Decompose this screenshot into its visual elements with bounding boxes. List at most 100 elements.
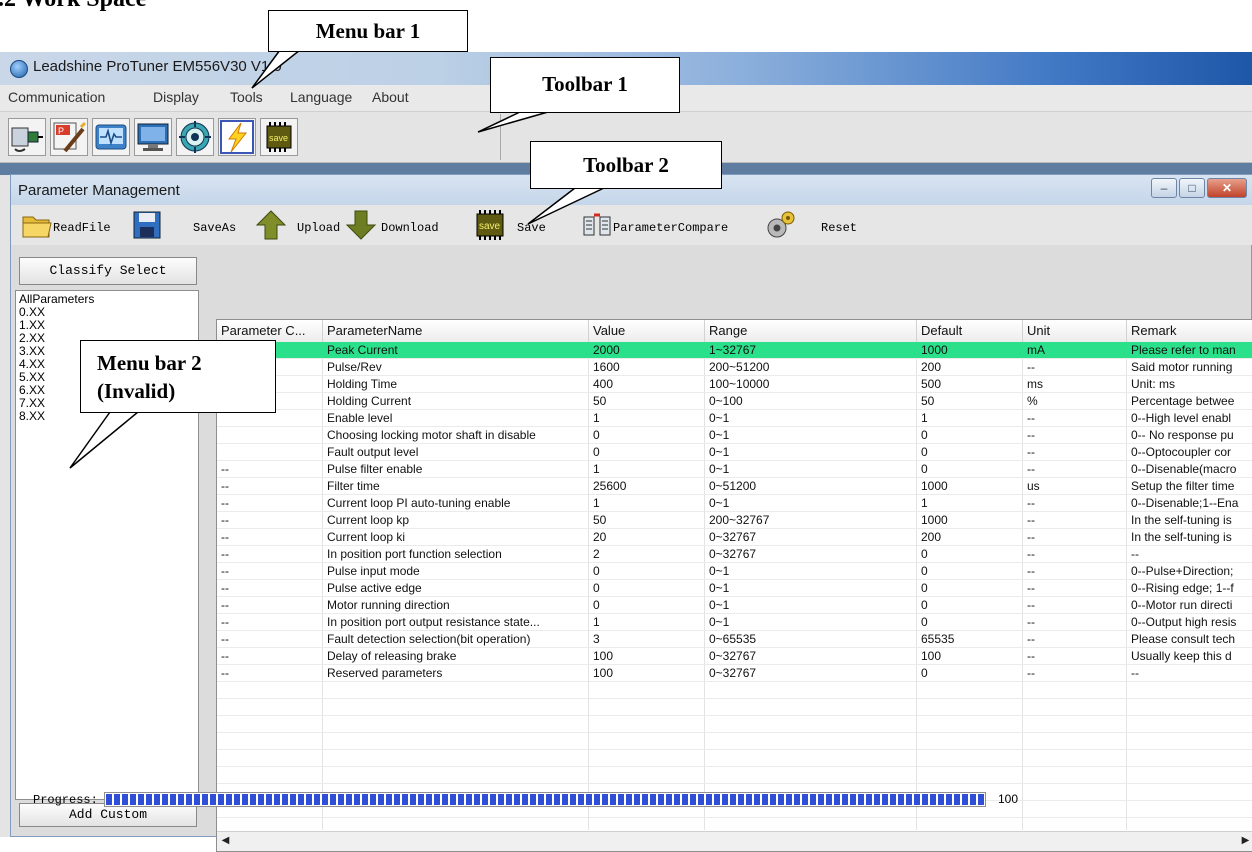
table-row[interactable]: -- Current loop PI auto-tuning enable 1 0~1… (217, 495, 1252, 512)
table-cell (217, 427, 323, 444)
saveas-button[interactable]: SaveAs (131, 209, 251, 241)
child-window-title: Parameter Management (18, 182, 180, 199)
table-cell: 200~51200 (709, 360, 770, 374)
table-row[interactable]: -- Delay of releasing brake 100 0~32767 100 -… (217, 648, 1252, 665)
close-button[interactable]: ✕ (1207, 178, 1247, 198)
table-cell: 1 (921, 496, 928, 510)
table-cell: Current loop ki (327, 530, 406, 544)
empty-table-row[interactable] (217, 733, 1252, 750)
category-item[interactable]: 8.XX (19, 410, 45, 423)
table-row[interactable]: Holding Current 50 0~100 50% Percentage betw… (217, 393, 1252, 410)
table-cell: Pulse input mode (327, 564, 420, 578)
table-row[interactable]: -- In position port output resistance sta… (217, 614, 1252, 631)
table-cell: Pulse/Rev (327, 360, 382, 374)
table-row[interactable]: --Pulse/Rev1600200~51200200--Said motor … (217, 359, 1252, 376)
parameter-compare-button[interactable]: ParameterCompare (581, 209, 761, 241)
table-row[interactable]: Enable level 1 0~1 1 -- 0--High level enabl (217, 410, 1252, 427)
column-header[interactable]: ParameterName (323, 320, 589, 342)
table-row[interactable]: --Peak Current20001~327671000mAPlease re… (217, 342, 1252, 359)
download-button[interactable]: Download (345, 209, 465, 241)
menu-communication[interactable]: Communication (8, 89, 105, 105)
motor-gear-icon[interactable] (176, 118, 214, 156)
table-row[interactable]: Fault output level 0 0~1 0 -- 0--Optocoupler … (217, 444, 1252, 461)
table-row[interactable]: -- Pulse active edge 0 0~1 0 -- 0--Rising edge… (217, 580, 1252, 597)
column-header[interactable]: Default (917, 320, 1023, 342)
table-cell: 50 (593, 394, 607, 408)
classify-select-button[interactable]: Classify Select (19, 257, 197, 285)
table-cell: 0 (921, 445, 928, 459)
table-cell: 0 (921, 564, 928, 578)
save-button[interactable]: save Save (473, 209, 573, 241)
table-cell: 200 (921, 530, 942, 544)
empty-table-row[interactable] (217, 682, 1252, 699)
table-cell: 200 (921, 360, 942, 374)
horizontal-scrollbar[interactable]: ◀ ▶ (217, 831, 1252, 851)
table-row[interactable]: -- Fault detection selection(bit operatio… (217, 631, 1252, 648)
table-cell: Usually keep this d (1131, 649, 1232, 663)
table-row[interactable]: -- Reserved parameters 100 0~32767 0 -- -- (217, 665, 1252, 682)
table-row[interactable]: -- Current loop ki 20 0~32767 200 -- In the se… (217, 529, 1252, 546)
column-header[interactable]: Unit (1023, 320, 1127, 342)
empty-table-row[interactable] (217, 716, 1252, 733)
table-cell: 100 (921, 649, 942, 663)
progress-fill (106, 794, 984, 805)
upload-label: Upload (297, 221, 341, 235)
table-row[interactable]: -- In position port function selection 2 0~… (217, 546, 1252, 563)
table-cell: -- (1027, 411, 1035, 425)
document-heading: 3.2 Work Space (0, 0, 146, 13)
reset-button[interactable]: Reset (763, 209, 863, 241)
table-cell: 0--High level enabl (1131, 411, 1232, 425)
table-cell: -- (221, 513, 229, 527)
table-row[interactable]: -- Motor running direction 0 0~1 0 -- 0--Motor… (217, 597, 1252, 614)
table-row[interactable]: -- Filter time 25600 0~51200 1000 us Setup the… (217, 478, 1252, 495)
restore-button[interactable]: □ (1179, 178, 1205, 198)
table-row[interactable]: -- Pulse filter enable 1 0~1 0 -- 0--Disenable… (217, 461, 1252, 478)
menu-about[interactable]: About (372, 89, 409, 105)
table-row[interactable]: Holding Time 400 100~10000 500 ms Unit: ms (217, 376, 1252, 393)
table-row[interactable]: Choosing locking motor shaft in disable 0… (217, 427, 1252, 444)
oscilloscope-icon[interactable] (92, 118, 130, 156)
scroll-left-icon[interactable]: ◀ (217, 832, 234, 850)
empty-table-row[interactable] (217, 699, 1252, 716)
menu-language[interactable]: Language (290, 89, 352, 105)
minimize-button[interactable]: – (1151, 178, 1177, 198)
table-cell: 0~1 (709, 445, 730, 459)
readfile-button[interactable]: ReadFile (21, 209, 133, 241)
table-cell: 1000 (921, 513, 948, 527)
table-cell: 100~10000 (709, 377, 770, 391)
table-cell: -- (1027, 649, 1035, 663)
table-cell: Percentage betwee (1131, 394, 1235, 408)
table-cell: -- (221, 479, 229, 493)
lightning-icon[interactable] (218, 118, 256, 156)
scroll-right-icon[interactable]: ▶ (1237, 832, 1252, 850)
parameter-edit-icon[interactable]: P (50, 118, 88, 156)
upload-button[interactable]: Upload (255, 209, 355, 241)
floppy-disk-icon (133, 211, 161, 239)
table-cell: -- (1027, 598, 1035, 612)
column-header[interactable]: Value (589, 320, 705, 342)
table-row[interactable]: -- Pulse input mode 0 0~1 0 -- 0--Pulse+Direct… (217, 563, 1252, 580)
monitor-icon[interactable] (134, 118, 172, 156)
callout-toolbar-2: Toolbar 2 (530, 141, 722, 189)
table-cell: 0~1 (709, 496, 730, 510)
download-arrow-icon (345, 210, 377, 240)
serial-port-icon[interactable] (8, 118, 46, 156)
download-label: Download (381, 221, 439, 235)
table-row[interactable]: -- Current loop kp 50 200~32767 1000 -- In the… (217, 512, 1252, 529)
column-header[interactable]: Remark (1127, 320, 1252, 342)
column-header[interactable]: Range (705, 320, 917, 342)
table-cell: 100 (593, 649, 614, 663)
table-cell: 0 (593, 598, 600, 612)
save-chip-icon[interactable]: save (260, 118, 298, 156)
menu-display[interactable]: Display (153, 89, 199, 105)
progress-label: Progress: (33, 793, 98, 807)
table-cell: -- (1027, 666, 1035, 680)
table-cell: In the self-tuning is (1131, 513, 1232, 527)
menu-tools[interactable]: Tools (230, 89, 263, 105)
table-cell: -- (1131, 547, 1139, 561)
empty-table-row[interactable] (217, 767, 1252, 784)
empty-table-row[interactable] (217, 750, 1252, 767)
table-cell: 50 (921, 394, 935, 408)
table-cell: 2 (593, 547, 600, 561)
column-header[interactable]: Parameter C... (217, 320, 323, 342)
